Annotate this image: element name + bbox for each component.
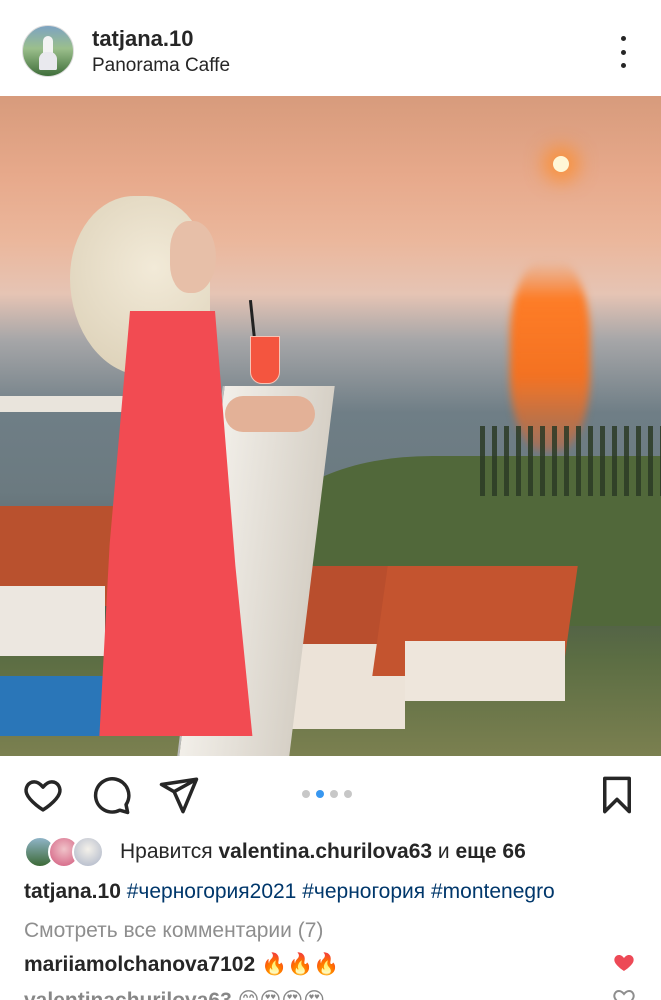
photo-straw (248, 299, 257, 341)
likes-count[interactable]: еще 66 (456, 840, 526, 863)
comment-text: 😊😍😍😍 (238, 989, 326, 1000)
post-header: tatjana.10 Panorama Caffe (0, 0, 661, 96)
more-dot (620, 36, 626, 41)
photo-sun (553, 156, 569, 172)
photo-sun-reflection (510, 261, 590, 451)
carousel-dot (344, 790, 352, 798)
bookmark-icon[interactable] (596, 774, 638, 816)
photo-cypress-trees (480, 426, 661, 496)
likes-row: Нравится valentina.churilova63 и еще 66 (24, 836, 644, 868)
photo-cocktail-glass (250, 336, 280, 384)
comment-row: mariiamolchanova7102 🔥🔥🔥 (24, 953, 339, 977)
carousel-dot (330, 790, 338, 798)
liker-avatar[interactable] (72, 836, 104, 868)
comment-row: valentinachurilova63 😊😍😍😍 (24, 988, 325, 1000)
photo-wall-right (405, 641, 565, 701)
photo-woman-face (170, 221, 216, 293)
post-location[interactable]: Panorama Caffe (92, 55, 230, 77)
hashtag[interactable]: #черногория2021 (127, 880, 297, 903)
photo-woman-arm (225, 396, 315, 432)
caption-username[interactable]: tatjana.10 (24, 880, 121, 903)
carousel-dot-active (316, 790, 324, 798)
more-dot (620, 49, 626, 55)
likes-prefix: Нравится (120, 840, 219, 863)
heart-icon[interactable] (612, 950, 636, 974)
likes-middle: и (432, 840, 456, 863)
more-vertical-icon[interactable] (608, 36, 638, 68)
comment-username[interactable]: mariiamolchanova7102 (24, 953, 255, 976)
likes-text[interactable]: Нравится valentina.churilova63 и еще 66 (120, 840, 526, 864)
carousel-dot (302, 790, 310, 798)
caption: tatjana.10 #черногория2021 #черногория #… (24, 880, 555, 904)
view-all-comments-link[interactable]: Смотреть все комментарии (7) (24, 919, 323, 943)
action-bar (0, 756, 661, 832)
photo-wall-left (0, 586, 105, 656)
hashtag[interactable]: #montenegro (431, 880, 555, 903)
heart-icon[interactable] (22, 774, 64, 816)
comment-text: 🔥🔥🔥 (260, 953, 340, 976)
carousel-indicator (302, 790, 352, 798)
heart-icon[interactable] (612, 986, 636, 1000)
comment-icon[interactable] (90, 774, 132, 816)
avatar[interactable] (22, 25, 74, 77)
more-dot (620, 63, 626, 68)
avatar-figure-dress (39, 52, 57, 70)
comment-username[interactable]: valentinachurilova63 (24, 989, 232, 1000)
likes-user[interactable]: valentina.churilova63 (219, 840, 433, 863)
post-photo[interactable] (0, 96, 661, 756)
send-icon[interactable] (158, 774, 200, 816)
post-username[interactable]: tatjana.10 (92, 26, 194, 52)
hashtag[interactable]: #черногория (302, 880, 425, 903)
